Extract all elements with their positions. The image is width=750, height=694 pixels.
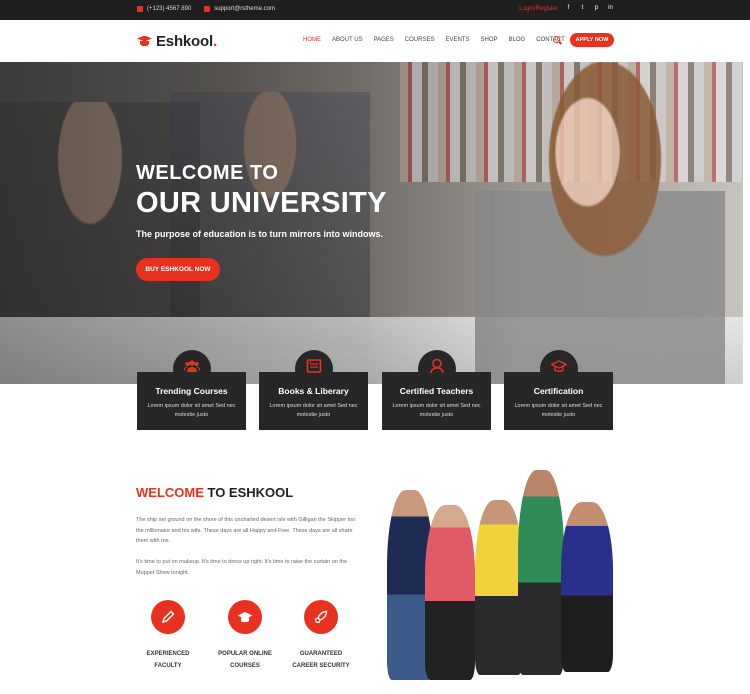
main-nav: HOME ABOUT US PAGES COURSES EVENTS SHOP …	[303, 37, 565, 43]
card-description: Lorem ipsum dolor sit amet Sed nec moles…	[392, 403, 481, 418]
apply-now-button[interactable]: APPLY NOW	[570, 33, 614, 47]
hero-banner: WELCOME TO OUR UNIVERSITY The purpose of…	[0, 62, 743, 384]
phone-item[interactable]: (+123) 4567 890	[137, 6, 191, 12]
hero-heading-line2: OUR UNIVERSITY	[136, 187, 387, 219]
logo-text: Eshkool	[156, 33, 213, 50]
nav-shop[interactable]: SHOP	[480, 37, 497, 43]
facebook-icon[interactable]: f	[565, 5, 572, 12]
nav-home[interactable]: HOME	[303, 37, 321, 43]
feature-label-line2: COURSES	[230, 663, 260, 669]
students-group-photo	[383, 470, 618, 680]
hero-heading-line1: WELCOME TO	[136, 162, 279, 184]
feature-label-line1: EXPERIENCED	[146, 651, 190, 657]
login-register-link[interactable]: Login/Register	[519, 6, 558, 12]
pinterest-icon[interactable]: p	[593, 5, 600, 12]
email-item[interactable]: support@rstheme.com	[204, 6, 275, 12]
card-certified-teachers[interactable]: Certified Teachers Lorem ipsum dolor sit…	[382, 350, 491, 430]
card-trending-courses[interactable]: Trending Courses Lorem ipsum dolor sit a…	[137, 350, 246, 430]
rocket-icon	[314, 610, 328, 624]
email-address: support@rstheme.com	[214, 6, 275, 12]
envelope-icon	[204, 6, 211, 12]
feature-guaranteed-career-security[interactable]: GUARANTEED CAREER SECURITY	[291, 600, 351, 672]
phone-number: (+123) 4567 890	[147, 6, 192, 12]
card-description: Lorem ipsum dolor sit amet Sed nec moles…	[514, 403, 603, 418]
top-bar: (+123) 4567 890 support@rstheme.com Logi…	[0, 0, 750, 20]
site-logo[interactable]: Eshkool.	[137, 33, 217, 50]
card-title: Books & Liberary	[278, 386, 349, 396]
card-title: Certified Teachers	[399, 386, 474, 396]
linkedin-icon[interactable]: in	[607, 5, 614, 12]
welcome-paragraph-1: The ship set ground on the shore of this…	[136, 517, 356, 544]
twitter-icon[interactable]: t	[579, 5, 586, 12]
feature-label-line1: GUARANTEED	[299, 651, 343, 657]
feature-label-line2: CAREER SECURITY	[292, 663, 350, 669]
card-books-library[interactable]: Books & Liberary Lorem ipsum dolor sit a…	[259, 350, 368, 430]
card-title: Certification	[533, 386, 584, 396]
nav-courses[interactable]: COURSES	[405, 37, 435, 43]
graduation-cap-icon	[551, 360, 567, 372]
card-title: Trending Courses	[155, 386, 228, 396]
teacher-icon	[430, 358, 444, 374]
card-certification[interactable]: Certification Lorem ipsum dolor sit amet…	[504, 350, 613, 430]
feature-experienced-faculty[interactable]: EXPERIENCED FACULTY	[138, 600, 198, 672]
buy-eshkool-button[interactable]: BUY ESHKOOL NOW	[136, 258, 220, 281]
users-icon	[184, 360, 200, 372]
logo-dot: .	[212, 33, 217, 50]
nav-pages[interactable]: PAGES	[374, 37, 394, 43]
nav-about-us[interactable]: ABOUT US	[332, 37, 363, 43]
search-icon[interactable]	[553, 36, 560, 43]
welcome-paragraph-2: It's time to put on makeup. It's time to…	[136, 559, 348, 576]
card-description: Lorem ipsum dolor sit amet Sed nec moles…	[147, 403, 236, 418]
welcome-heading-accent: WELCOME	[136, 485, 204, 500]
nav-events[interactable]: EVENTS	[445, 37, 469, 43]
welcome-heading-rest: TO ESHKOOL	[203, 485, 294, 500]
graduation-cap-logo-icon	[137, 36, 152, 48]
nav-blog[interactable]: BLOG	[509, 37, 526, 43]
book-icon	[306, 359, 322, 373]
hero-text: WELCOME TO OUR UNIVERSITY The purpose of…	[136, 162, 387, 239]
graduation-cap-icon	[237, 612, 253, 623]
pencil-icon	[161, 610, 175, 624]
phone-icon	[137, 6, 143, 12]
feature-popular-online-courses[interactable]: POPULAR ONLINE COURSES	[215, 600, 275, 672]
welcome-heading: WELCOME TO ESHKOOL	[136, 485, 293, 500]
feature-cards: Trending Courses Lorem ipsum dolor sit a…	[137, 350, 613, 430]
feature-label-line2: FACULTY	[154, 663, 182, 669]
main-header: Eshkool. HOME ABOUT US PAGES COURSES EVE…	[0, 20, 750, 62]
feature-label-line1: POPULAR ONLINE	[218, 651, 272, 657]
hero-subtitle: The purpose of education is to turn mirr…	[136, 229, 384, 239]
card-description: Lorem ipsum dolor sit amet Sed nec moles…	[269, 403, 358, 418]
